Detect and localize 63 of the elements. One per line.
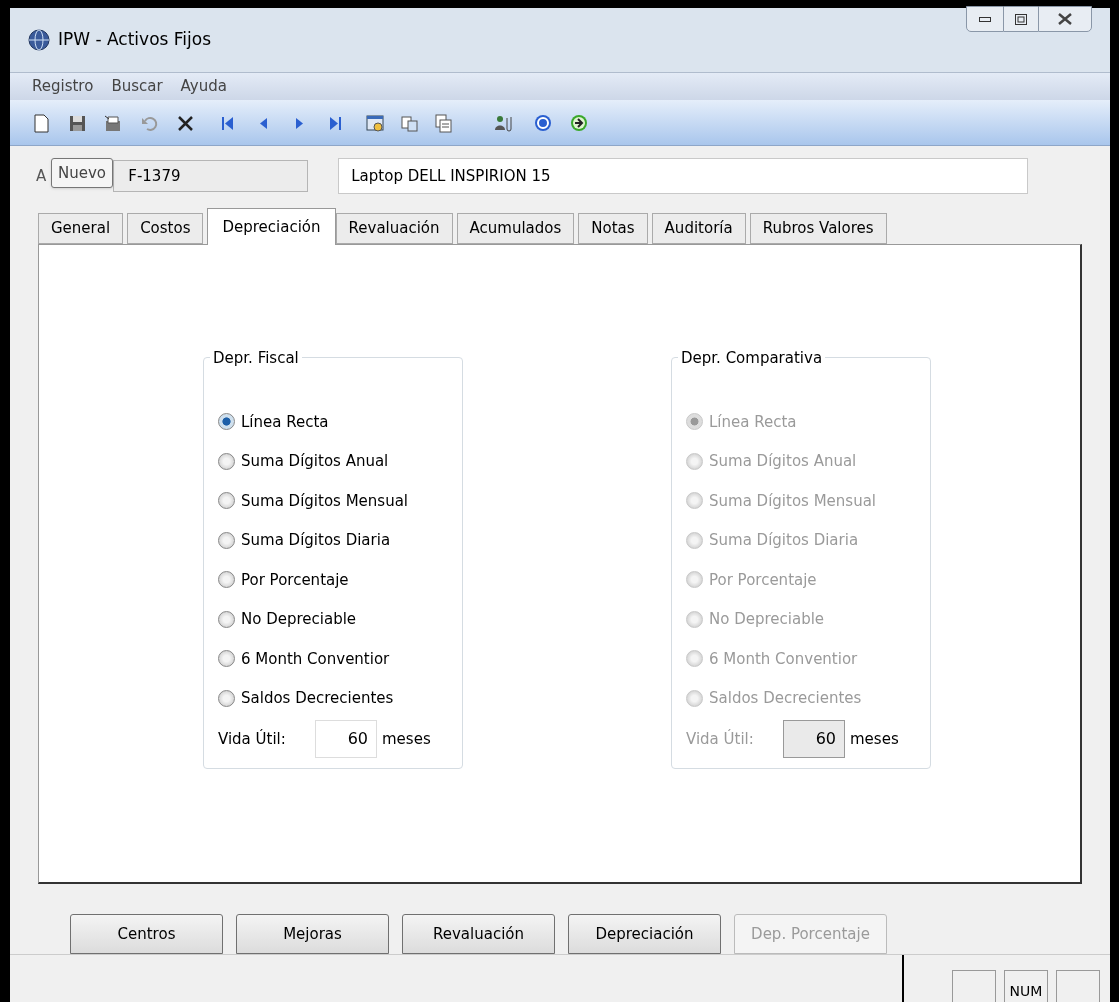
number-field[interactable]: 60 [315,720,377,758]
button[interactable]: Centros [70,914,223,954]
maximize-button[interactable] [1004,6,1038,32]
option-label: 6 Month Conventior [241,648,390,670]
code-field[interactable]: F-1379 [113,160,309,192]
globe-icon [28,29,50,51]
tooltip: Nuevo [51,158,113,188]
option-label: Saldos Decrecientes [709,688,862,709]
option-label: Por Porcentaje [241,569,349,591]
help-icon [533,112,553,133]
option-label: Línea Recta [709,411,797,433]
option-label: Por Porcentaje [709,569,817,591]
tab[interactable]: Acumulados [456,213,575,244]
close-icon [1058,13,1072,25]
option-label: No Depreciable [241,609,357,630]
option-label: Suma Dígitos Anual [709,451,857,472]
menu-item[interactable]: Registro [30,75,96,98]
minimize-icon [979,16,991,22]
button[interactable]: Depreciación [568,914,721,954]
button[interactable]: Mejoras [236,914,389,954]
option-label: Suma Dígitos Mensual [241,490,408,512]
menu-item[interactable]: Buscar [109,75,165,98]
new-file-icon [31,112,51,133]
status-panel: NUM [1004,970,1048,1002]
menu-item[interactable]: Ayuda [178,75,229,98]
field-label: Vida Útil: [686,728,755,750]
description-field[interactable]: Laptop DELL INSPIRION 15 [338,158,1029,194]
option-label: 6 Month Conventior [709,648,858,670]
option-label: Saldos Decrecientes [241,688,394,709]
tab[interactable]: Auditoría [651,213,746,244]
status-panel [1056,970,1100,1002]
radio-button[interactable] [218,492,235,510]
button[interactable]: Revaluación [402,914,555,954]
minimize-button[interactable] [966,6,1004,32]
tab[interactable]: Depreciación [207,208,336,245]
tab[interactable]: General [38,213,124,244]
option-label: Línea Recta [241,411,329,433]
radio-button[interactable] [218,531,235,549]
window-title: IPW - Activos Fijos [58,28,212,52]
tab[interactable]: Costos [127,213,204,244]
option-label: Suma Dígitos Diaria [241,530,391,551]
option-label: Suma Dígitos Diaria [709,530,859,551]
tab[interactable]: Revaluación [335,213,453,244]
preview-icon [365,112,385,133]
tab[interactable]: Notas [578,213,648,244]
radio-button[interactable] [218,650,235,668]
close-button[interactable] [1038,6,1092,32]
radio-button[interactable] [218,689,235,707]
radio-button[interactable] [218,571,235,589]
unit-label: meses [382,728,431,750]
radio-button[interactable] [218,610,235,628]
documents-icon [433,112,453,133]
option-label: Suma Dígitos Mensual [709,490,876,512]
field-label: Vida Útil: [218,728,287,750]
unit-label: meses [850,728,899,750]
radio-button[interactable] [218,413,235,431]
option-label: Suma Dígitos Anual [241,451,389,472]
maximize-icon [1015,13,1027,25]
option-label: No Depreciable [709,609,825,630]
field-label: A [36,165,47,187]
radio-button[interactable] [218,452,235,470]
tab[interactable]: Rubros Valores [749,213,887,244]
status-panel [952,970,996,1002]
